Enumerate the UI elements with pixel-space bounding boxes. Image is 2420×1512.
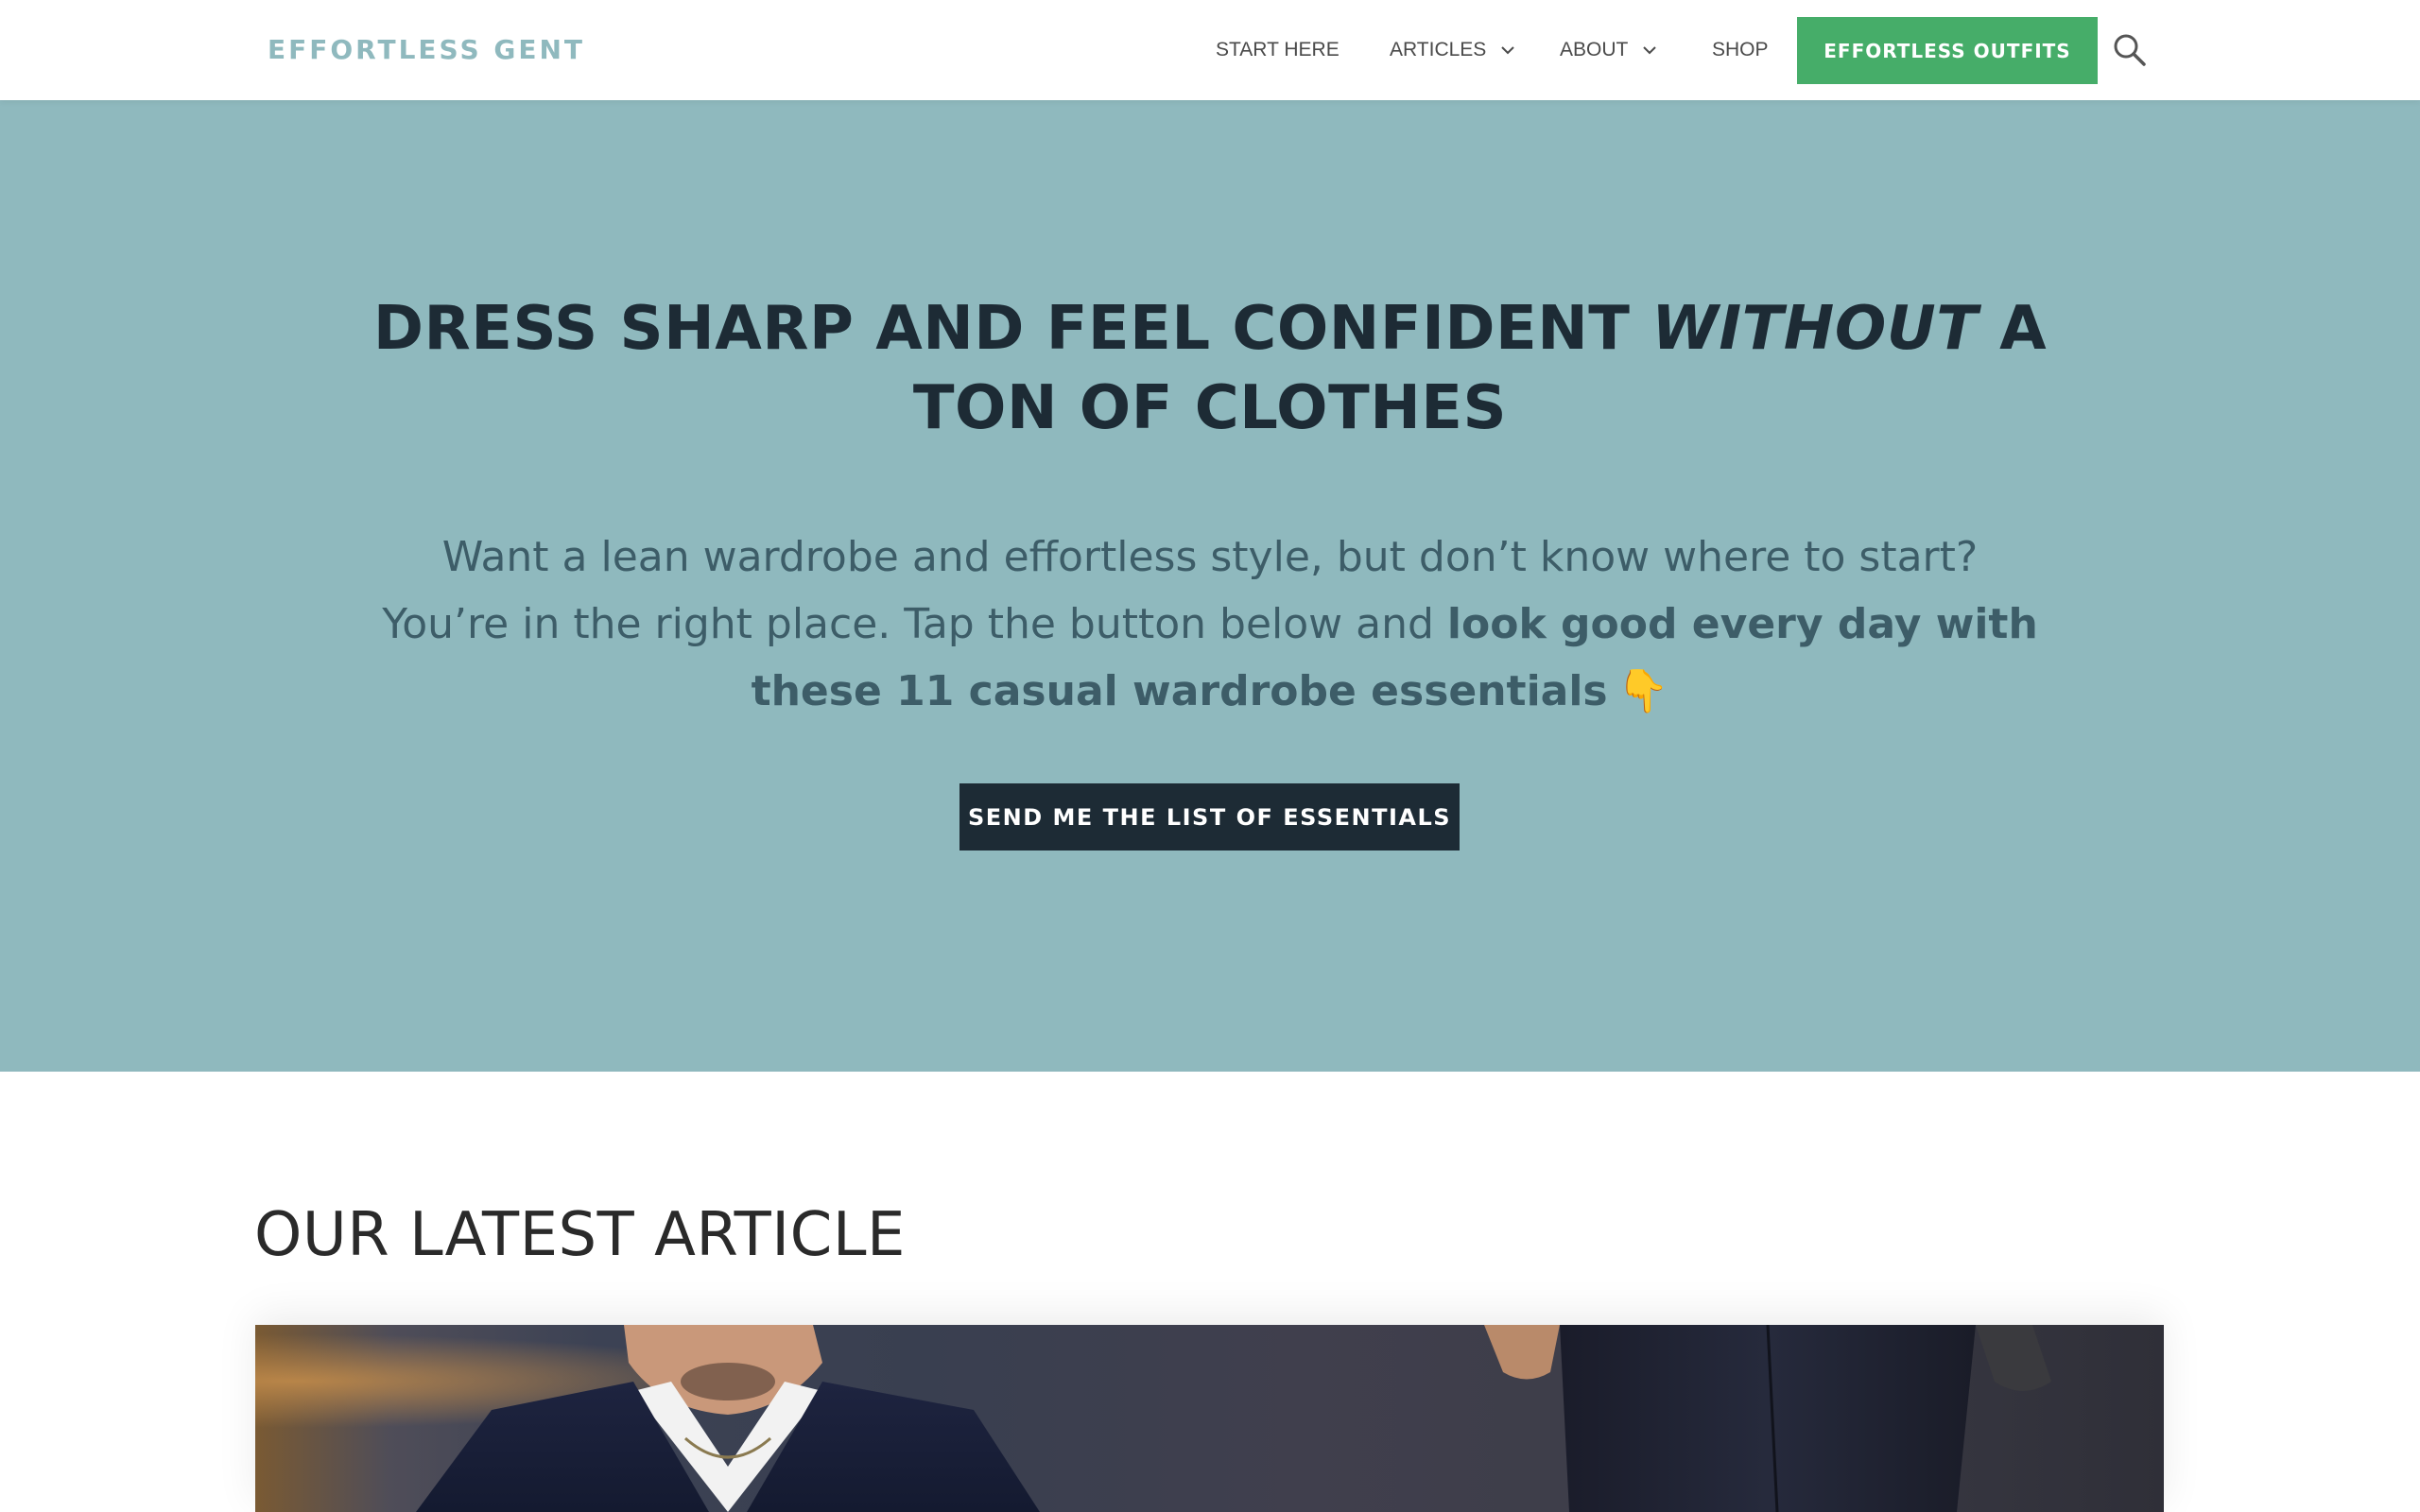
nav-about[interactable]: ABOUT: [1560, 17, 1658, 83]
nav-about-label: ABOUT: [1560, 39, 1629, 60]
nav-shop[interactable]: SHOP: [1712, 17, 1769, 83]
nav-start-here[interactable]: START HERE: [1216, 17, 1340, 83]
hero-title: DRESS SHARP AND FEEL CONFIDENT WITHOUT A…: [312, 289, 2108, 448]
hero-description: Want a lean wardrobe and effortless styl…: [378, 524, 2042, 725]
send-essentials-label: SEND ME THE LIST OF ESSENTIALS: [967, 803, 1452, 831]
site-header: EFFORTLESS GENT START HERE ARTICLES ABOU…: [0, 0, 2420, 100]
chevron-down-icon: [1501, 46, 1515, 55]
hero-title-part1: DRESS SHARP AND FEEL CONFIDENT: [372, 294, 1652, 364]
hero-section: DRESS SHARP AND FEEL CONFIDENT WITHOUT A…: [0, 100, 2420, 1072]
pointing-down-icon: 👇: [1616, 667, 1669, 715]
search-icon[interactable]: [2113, 33, 2147, 67]
chevron-down-icon: [1643, 46, 1657, 55]
nav-articles[interactable]: ARTICLES: [1390, 17, 1516, 83]
latest-article-image[interactable]: [255, 1325, 2164, 1512]
latest-article-heading: OUR LATEST ARTICLE: [254, 1200, 906, 1270]
effortless-outfits-label: EFFORTLESS OUTFITS: [1824, 39, 2071, 62]
site-logo[interactable]: EFFORTLESS GENT: [268, 31, 585, 69]
nav-articles-label: ARTICLES: [1390, 39, 1487, 60]
article-photo-illustration: [255, 1325, 2164, 1512]
nav-shop-label: SHOP: [1712, 39, 1769, 60]
effortless-outfits-button[interactable]: EFFORTLESS OUTFITS: [1797, 17, 2098, 84]
hero-title-emphasis: WITHOUT: [1651, 294, 1979, 364]
send-essentials-button[interactable]: SEND ME THE LIST OF ESSENTIALS: [959, 783, 1460, 850]
nav-start-here-label: START HERE: [1216, 39, 1340, 60]
